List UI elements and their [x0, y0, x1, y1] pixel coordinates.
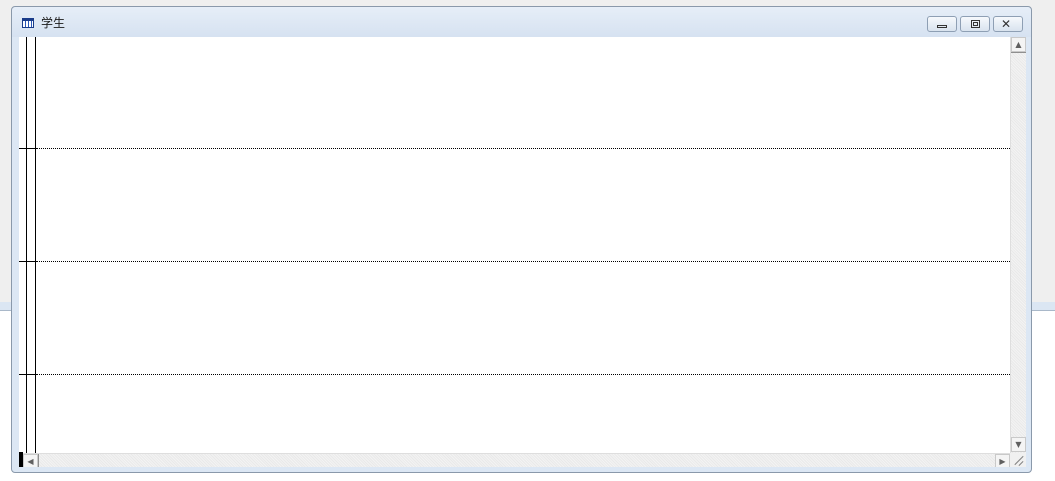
- resize-grip-icon[interactable]: [1010, 453, 1026, 467]
- minimize-icon: [937, 25, 947, 28]
- row-separator: [19, 261, 1010, 262]
- row-separator: [19, 374, 1010, 375]
- horizontal-scroll-thumb[interactable]: [38, 454, 39, 467]
- horizontal-scrollbar[interactable]: ◀ ▶: [23, 453, 1010, 467]
- window-titlebar[interactable]: 学生 ✕: [12, 7, 1031, 37]
- close-button[interactable]: ✕: [993, 16, 1023, 32]
- restore-button[interactable]: [960, 16, 990, 32]
- scroll-right-button[interactable]: ▶: [995, 454, 1010, 467]
- datasheet-grid[interactable]: ▲ ▼ ◀ ▶: [19, 37, 1026, 467]
- vertical-scroll-thumb[interactable]: [1011, 52, 1026, 53]
- scroll-left-button[interactable]: ◀: [23, 454, 38, 467]
- first-column-divider: [35, 37, 36, 453]
- datasheet-table-icon: [22, 18, 34, 28]
- record-selector-column[interactable]: [19, 37, 27, 453]
- datasheet-window[interactable]: 学生 ✕ ▲ ▼ ◀ ▶: [11, 6, 1032, 473]
- close-icon: ✕: [1001, 17, 1012, 31]
- scroll-down-button[interactable]: ▼: [1011, 437, 1026, 452]
- row-separator: [19, 148, 1010, 149]
- vertical-scrollbar[interactable]: ▲ ▼: [1010, 37, 1026, 453]
- minimize-button[interactable]: [927, 16, 957, 32]
- restore-icon: [971, 20, 980, 28]
- window-title: 学生: [41, 16, 66, 30]
- scroll-up-button[interactable]: ▲: [1011, 37, 1026, 52]
